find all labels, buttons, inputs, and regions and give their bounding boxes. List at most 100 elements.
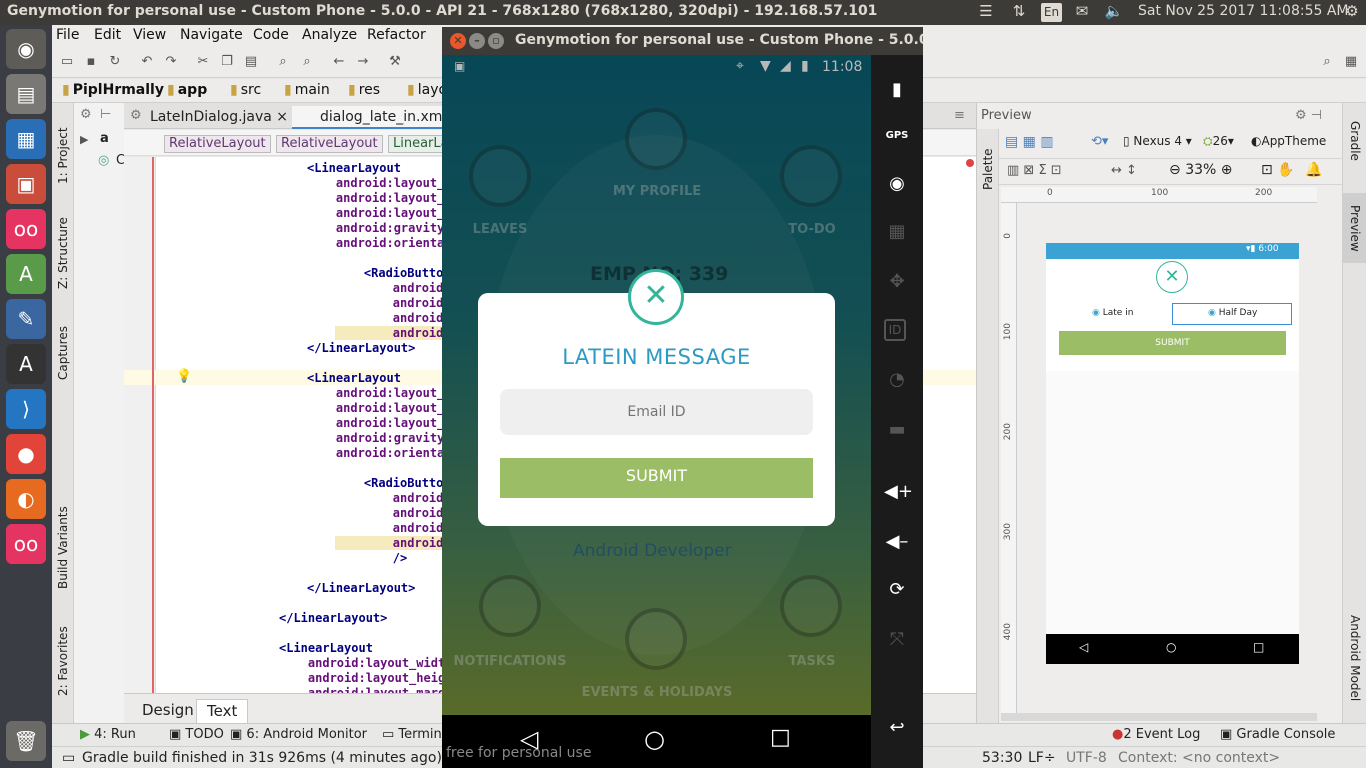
replace-icon[interactable]: ⌕ bbox=[298, 54, 316, 72]
back-icon[interactable]: ← bbox=[330, 54, 348, 72]
impress-icon[interactable]: ▣ bbox=[6, 164, 46, 204]
screenshot-icon[interactable]: ✎ bbox=[6, 299, 46, 339]
zoom-control[interactable]: ⊖ 33% ⊕ bbox=[1169, 162, 1233, 178]
menu-file[interactable]: File bbox=[56, 27, 79, 43]
preview-home-icon[interactable]: ○ bbox=[1166, 640, 1176, 654]
status-message[interactable]: Gradle build finished in 31s 926ms (4 mi… bbox=[82, 750, 442, 766]
gps-widget-icon[interactable]: GPS bbox=[884, 123, 910, 149]
search-icon[interactable]: ⌕ bbox=[1318, 54, 1336, 72]
preview-radio-half[interactable]: ◉ Half Day bbox=[1208, 308, 1257, 318]
resize-icons[interactable]: ↔ ↕ bbox=[1111, 163, 1137, 178]
scale-icon[interactable]: ⤧ bbox=[884, 627, 910, 653]
back-widget-icon[interactable]: ↩ bbox=[884, 715, 910, 741]
preview-back-icon[interactable]: ◁ bbox=[1079, 640, 1088, 654]
preview-recents-icon[interactable]: □ bbox=[1253, 640, 1264, 654]
close-window-icon[interactable]: ✕ bbox=[450, 33, 466, 49]
android-screen[interactable]: ▣ ⌖ ▼ ◢ ▮ 11:08 MY PROFILE LEAVES TO-DO … bbox=[442, 55, 871, 715]
menu-analyze[interactable]: Analyze bbox=[302, 27, 357, 43]
line-separator[interactable]: LF÷ bbox=[1028, 750, 1056, 766]
vscode-icon[interactable]: ⟩ bbox=[6, 389, 46, 429]
undo-icon[interactable]: ↶ bbox=[138, 54, 156, 72]
files-icon[interactable]: ▤ bbox=[6, 74, 46, 114]
cut-icon[interactable]: ✂ bbox=[194, 54, 212, 72]
tabs-menu-icon[interactable]: ≡ bbox=[954, 108, 965, 123]
crumb-main[interactable]: ▮ main bbox=[284, 82, 330, 98]
project-tree-node[interactable]: a bbox=[100, 131, 109, 146]
caret-position[interactable]: 53:30 bbox=[982, 750, 1022, 766]
preview-settings-icon[interactable]: ⚙ ⊣ bbox=[1295, 108, 1322, 123]
find-icon[interactable]: ⌕ bbox=[274, 54, 292, 72]
redo-icon[interactable]: ↷ bbox=[162, 54, 180, 72]
tool-tab-preview[interactable]: Preview bbox=[1343, 193, 1366, 263]
build-icon[interactable]: ⚒ bbox=[386, 54, 404, 72]
maximize-window-icon[interactable]: ▫ bbox=[488, 33, 504, 49]
tool-todo[interactable]: ▣ TODO bbox=[169, 727, 224, 742]
tool-terminal[interactable]: ▭ Termin bbox=[382, 727, 442, 742]
gear-icon[interactable]: ⚙ bbox=[1341, 2, 1363, 22]
android-studio-icon[interactable]: A bbox=[6, 254, 46, 294]
genymotion-icon[interactable]: oo bbox=[6, 209, 46, 249]
software-updater-icon[interactable]: A bbox=[6, 344, 46, 384]
trash-icon[interactable]: 🗑 bbox=[6, 721, 46, 761]
webcam-widget-icon[interactable]: ◉ bbox=[884, 171, 910, 197]
volume-icon[interactable]: 🔈 bbox=[1103, 2, 1125, 22]
file-encoding[interactable]: UTF-8 bbox=[1066, 750, 1107, 766]
tool-gradle-console[interactable]: ▣ Gradle Console bbox=[1220, 727, 1335, 742]
tool-tab-project[interactable]: 1: Project bbox=[52, 111, 74, 201]
settings-icon[interactable]: ⚙ bbox=[80, 107, 92, 122]
battery-widget-icon[interactable]: ▮ bbox=[884, 77, 910, 103]
tool-run[interactable]: ▶ 4: Run bbox=[80, 727, 136, 742]
preview-radio-late[interactable]: ◉ Late in bbox=[1092, 308, 1133, 318]
volume-up-icon[interactable]: ◀+ bbox=[884, 479, 913, 505]
expand-arrow-icon[interactable]: ▶ bbox=[80, 133, 88, 146]
orientation-icon[interactable]: ⟲▾ bbox=[1091, 134, 1108, 149]
tab-text[interactable]: Text bbox=[196, 699, 249, 723]
layout-crumb-2[interactable]: RelativeLayout bbox=[276, 135, 383, 153]
forward-icon[interactable]: → bbox=[354, 54, 372, 72]
email-input[interactable] bbox=[500, 389, 813, 435]
clock[interactable]: Sat Nov 25 2017 11:08:55 AM bbox=[1138, 3, 1349, 19]
menu-refactor[interactable]: Refactor bbox=[367, 27, 426, 43]
tool-tab-favorites[interactable]: 2: Favorites bbox=[52, 621, 74, 701]
rss-widget-icon[interactable]: ◔ bbox=[884, 367, 910, 393]
menu-view[interactable]: View bbox=[133, 27, 166, 43]
crumb-src[interactable]: ▮ src bbox=[230, 82, 261, 98]
preview-phone-screen[interactable]: ▾▮ 6:00 ✕ ◉ Late in ◉ Half Day SUBMIT ◁ … bbox=[1046, 243, 1299, 664]
design-surface-icon[interactable]: ▤ ▦ ▥ bbox=[1005, 134, 1054, 150]
tool-tab-gradle[interactable]: Gradle bbox=[1343, 111, 1366, 171]
project-tree-node-icon[interactable]: ◎ bbox=[98, 153, 109, 168]
copy-icon[interactable]: ❐ bbox=[218, 54, 236, 72]
sync-icon[interactable]: ↻ bbox=[106, 54, 124, 72]
mail-icon[interactable]: ✉ bbox=[1071, 2, 1093, 22]
chrome-icon[interactable]: ● bbox=[6, 434, 46, 474]
android-recents-icon[interactable]: □ bbox=[770, 725, 791, 750]
submit-button[interactable]: SUBMIT bbox=[500, 458, 813, 498]
clapper-widget-icon[interactable]: ▦ bbox=[884, 219, 910, 245]
bell-icon[interactable]: 🔔 bbox=[1305, 162, 1322, 178]
preview-close-icon[interactable]: ✕ bbox=[1156, 261, 1188, 293]
layout-crumb-1[interactable]: RelativeLayout bbox=[164, 135, 271, 153]
menu-navigate[interactable]: Navigate bbox=[180, 27, 243, 43]
layout-toggle-icons[interactable]: ▥ ⊠ Σ ⊡ bbox=[1007, 163, 1062, 178]
android-home-icon[interactable]: ○ bbox=[644, 725, 665, 753]
genymotion-running-icon[interactable]: oo bbox=[6, 524, 46, 564]
context-indicator[interactable]: Context: <no context> bbox=[1118, 750, 1280, 766]
menu-edit[interactable]: Edit bbox=[94, 27, 121, 43]
error-indicator-icon[interactable] bbox=[966, 159, 974, 167]
tool-tab-structure[interactable]: Z: Structure bbox=[52, 208, 74, 298]
sms-widget-icon[interactable]: ▬ bbox=[884, 417, 910, 443]
volume-down-icon[interactable]: ◀– bbox=[884, 529, 910, 555]
api-selector[interactable]: ⛭26▾ bbox=[1203, 134, 1234, 149]
tab-lateindialog-java[interactable]: LateInDialog.java × bbox=[124, 106, 296, 129]
preview-scrollbar[interactable] bbox=[1001, 713, 1317, 721]
status-toggle-icon[interactable]: ▭ bbox=[62, 750, 75, 766]
id-widget-icon[interactable]: ID bbox=[884, 319, 906, 341]
paste-icon[interactable]: ▤ bbox=[242, 54, 260, 72]
close-dialog-icon[interactable]: ✕ bbox=[628, 269, 684, 325]
save-icon[interactable]: ▪ bbox=[82, 54, 100, 72]
crumb-res[interactable]: ▮ res bbox=[348, 82, 380, 98]
device-selector[interactable]: ▯ Nexus 4 ▾ bbox=[1123, 134, 1192, 148]
tab-dialog-late-in-xml[interactable]: dialog_late_in.xml bbox=[292, 106, 455, 129]
dash-icon[interactable]: ◉ bbox=[6, 29, 46, 69]
collapse-icon[interactable]: ⊢ bbox=[100, 107, 111, 122]
